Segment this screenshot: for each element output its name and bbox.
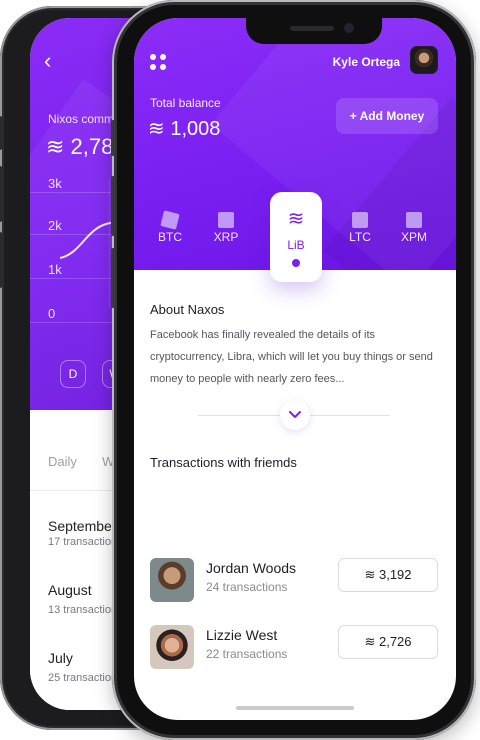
phone-notch	[246, 18, 382, 44]
transactions-title: Transactions with friemds	[150, 455, 297, 470]
grid-menu-icon[interactable]	[150, 54, 168, 72]
active-indicator	[292, 259, 300, 267]
currency-ltc[interactable]: LTC	[340, 230, 380, 244]
friend-amount[interactable]: ≋ 3,192	[338, 558, 438, 592]
xrp-icon	[218, 212, 234, 228]
friend-transactions: 24 transactions	[206, 580, 288, 594]
camera-icon	[344, 23, 354, 33]
friend-avatar	[150, 558, 194, 602]
about-text: Facebook has finally revealed the detail…	[150, 329, 433, 385]
balance-amount: ≋ 1,008	[148, 118, 221, 140]
xpm-icon	[406, 212, 422, 228]
friend-name: Jordan Woods	[206, 560, 297, 576]
currency-xpm[interactable]: XPM	[394, 230, 434, 244]
libra-icon: ≋	[287, 208, 305, 230]
month-name[interactable]: September	[48, 518, 116, 534]
expand-button[interactable]	[280, 400, 310, 430]
transaction-row[interactable]: Lizzie West 22 transactions ≋ 2,726	[150, 621, 440, 671]
currency-btc[interactable]: BTC	[150, 230, 190, 244]
side-button	[111, 248, 115, 308]
side-button	[111, 176, 115, 236]
currency-label: LiB	[287, 238, 305, 252]
friend-amount[interactable]: ≋ 2,726	[338, 625, 438, 659]
home-indicator[interactable]	[236, 706, 354, 710]
currency-xrp[interactable]: XRP	[206, 230, 246, 244]
add-money-button[interactable]: + Add Money	[336, 98, 438, 134]
ltc-icon	[352, 212, 368, 228]
app-screen: Kyle Ortega Total balance ≋ 1,008 + Add …	[134, 18, 456, 720]
tab-daily[interactable]: Daily	[48, 454, 77, 469]
side-button	[0, 166, 2, 222]
balance-label: Total balance	[150, 96, 221, 110]
y-axis-tick: 0	[48, 306, 56, 321]
currency-lib[interactable]: ≋ LiB	[270, 192, 322, 282]
timeframe-button-day[interactable]: D	[60, 360, 86, 388]
month-name[interactable]: August	[48, 582, 92, 598]
friend-transactions: 22 transactions	[206, 647, 288, 661]
user-avatar[interactable]	[410, 46, 438, 74]
back-arrow-icon[interactable]: ‹	[44, 48, 51, 74]
month-name[interactable]: July	[48, 650, 73, 666]
side-button	[0, 116, 2, 150]
chevron-down-icon	[289, 411, 301, 418]
side-button	[0, 232, 2, 288]
speaker-icon	[290, 26, 334, 31]
friend-avatar	[150, 625, 194, 669]
side-button	[111, 120, 115, 156]
user-name[interactable]: Kyle Ortega	[314, 55, 400, 69]
friend-name: Lizzie West	[206, 627, 278, 643]
transaction-row[interactable]: Jordan Woods 24 transactions ≋ 3,192	[150, 554, 440, 604]
about-title: About Naxos	[150, 302, 225, 317]
